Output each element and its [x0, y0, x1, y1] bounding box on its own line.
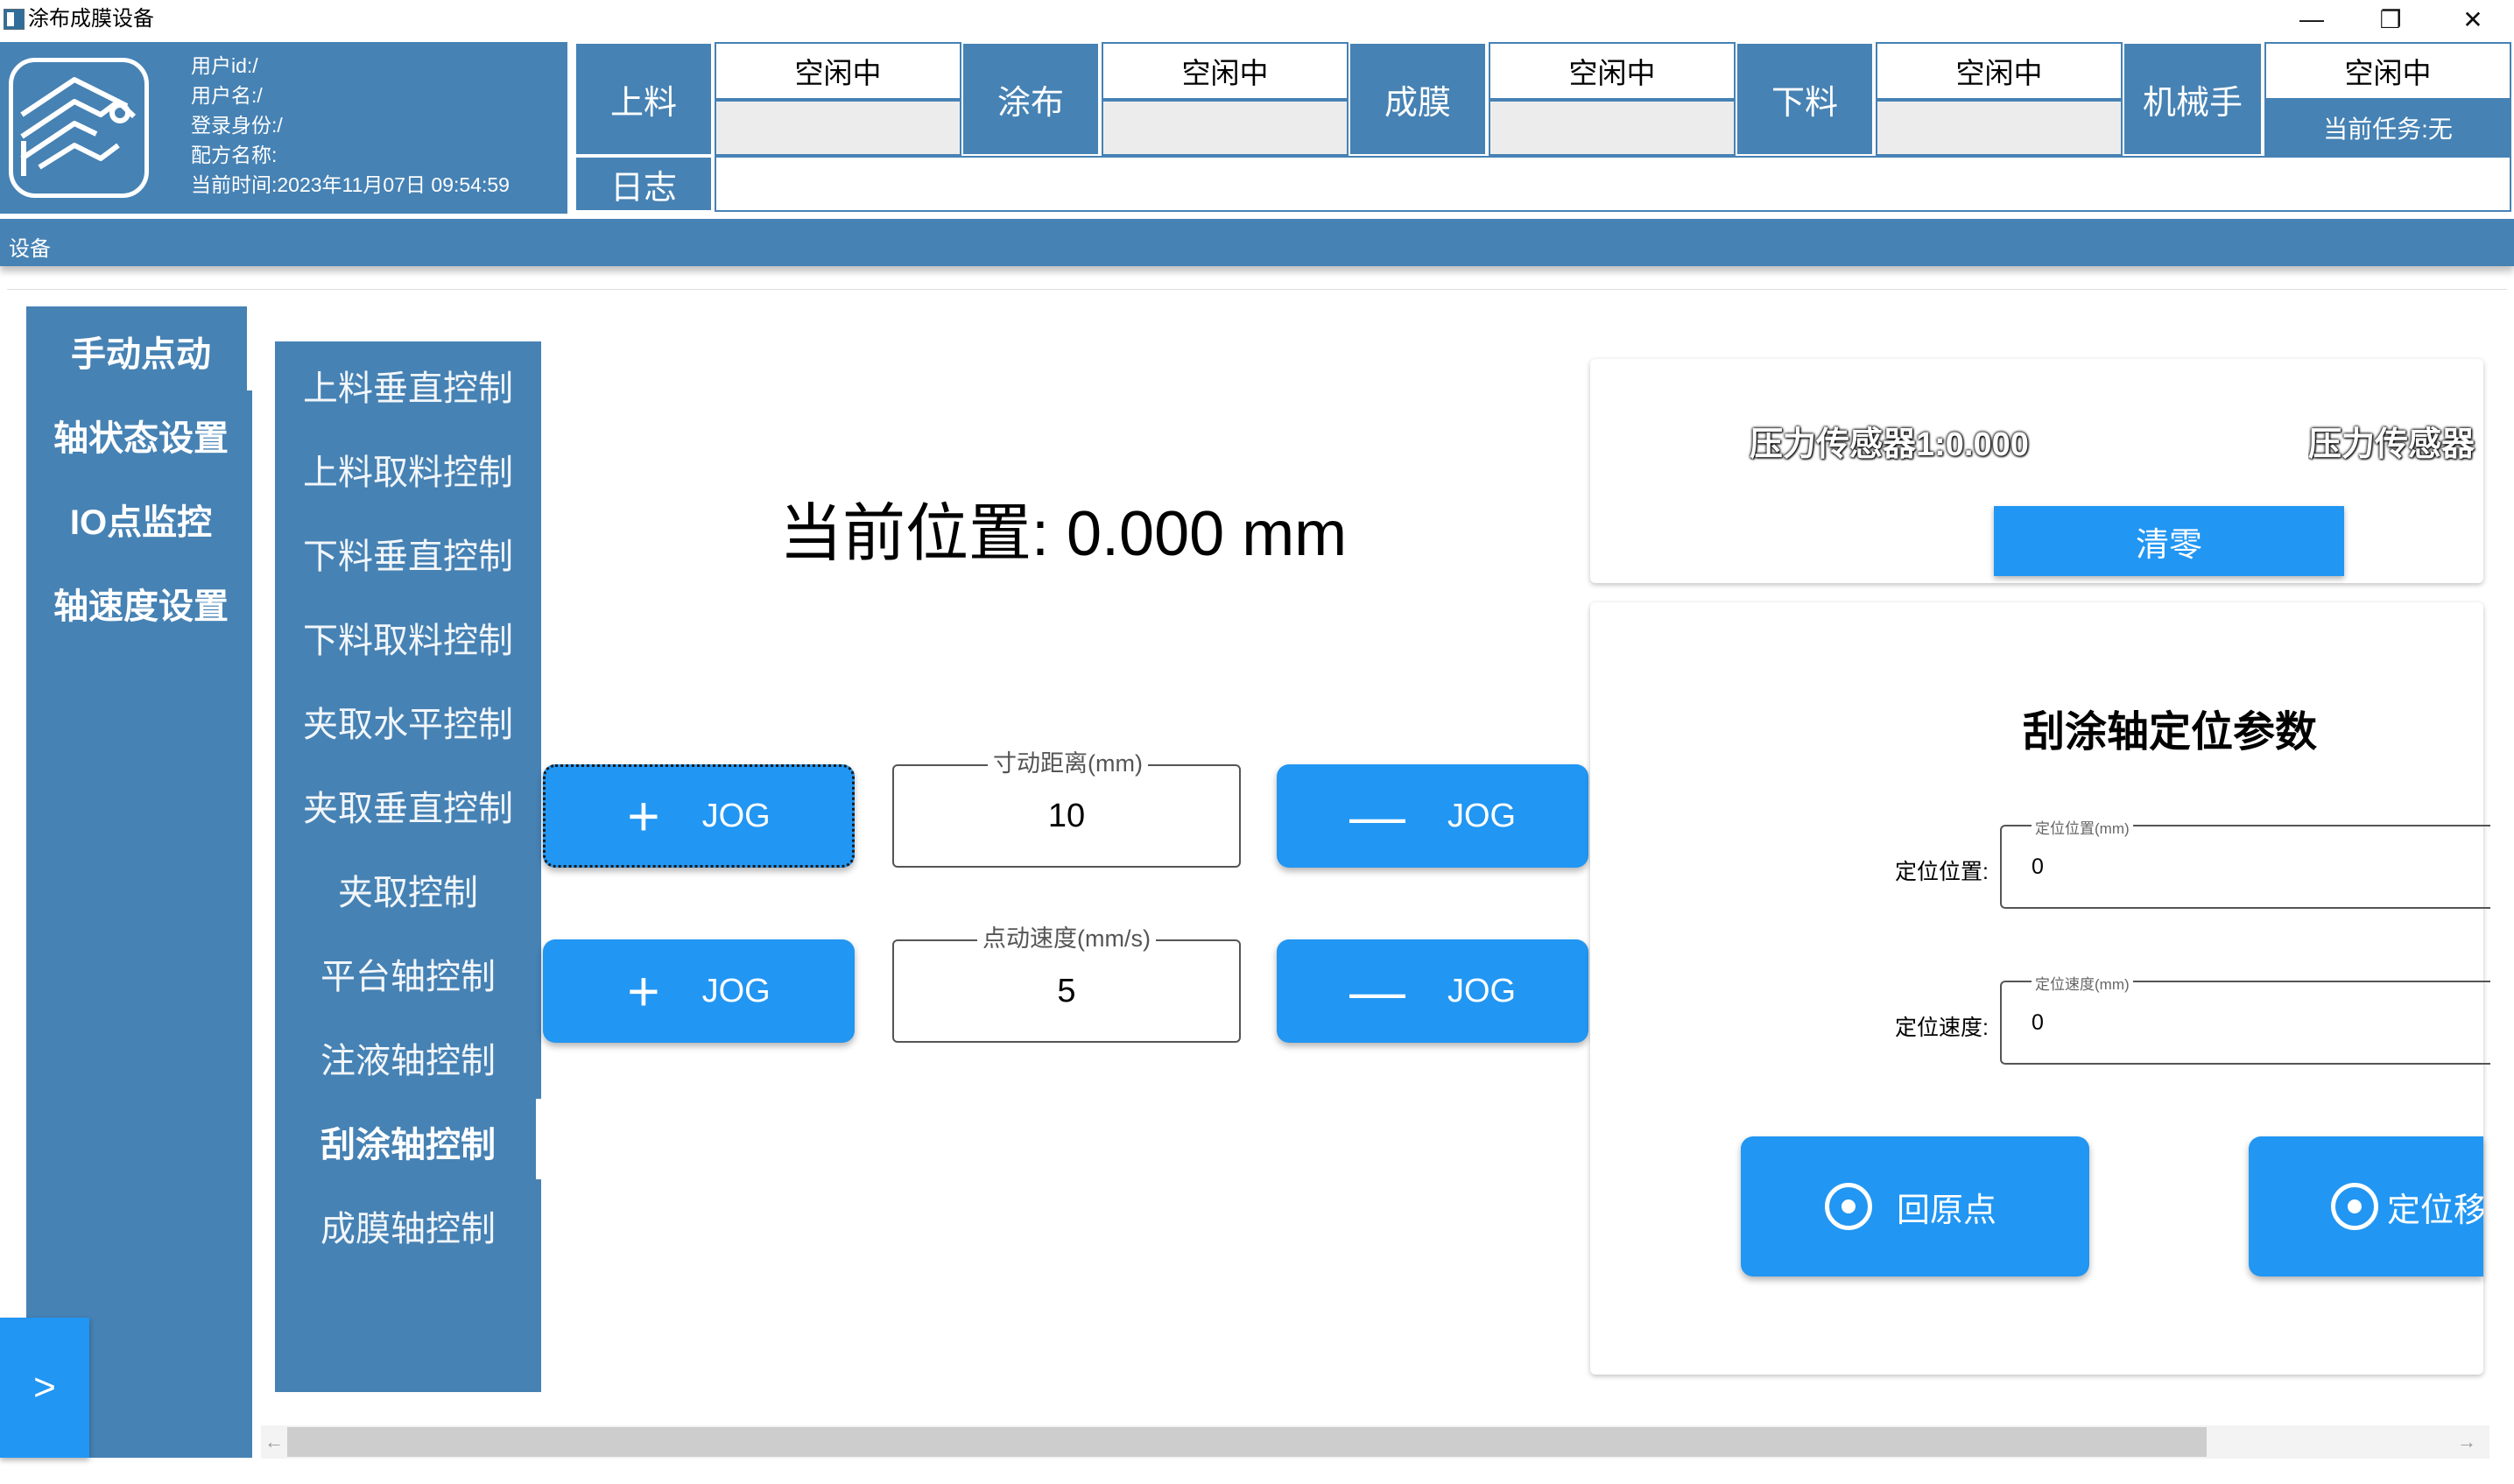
left-nav-io-monitor[interactable]: IO点监控: [26, 480, 256, 559]
scroll-right-arrow-icon[interactable]: →: [2454, 1427, 2480, 1457]
jog-plus-button-2[interactable]: + JOG: [543, 939, 855, 1043]
login-role: 登录身份:/: [191, 114, 283, 137]
sub-nav-item-gripper[interactable]: 夹取控制: [275, 847, 541, 932]
log-label: 日志: [574, 156, 713, 212]
window-title: 涂布成膜设备: [28, 7, 154, 31]
sub-nav-item-unloading-vertical[interactable]: 下料垂直控制: [275, 511, 541, 595]
param-panel-title: 刮涂轴定位参数: [2023, 709, 2318, 756]
logo-icon: [20, 77, 137, 176]
step-distance-field[interactable]: 10: [892, 764, 1241, 868]
station-loading-status: 空闲中: [715, 42, 961, 100]
station-coating-detail: [1102, 100, 1349, 156]
station-coating-status: 空闲中: [1102, 42, 1349, 100]
station-film-status: 空闲中: [1489, 42, 1736, 100]
logo: [9, 58, 149, 198]
restore-button[interactable]: ❐: [2347, 0, 2434, 39]
app-icon: [4, 9, 25, 30]
sub-nav-item-loading-vertical[interactable]: 上料垂直控制: [275, 343, 541, 427]
jog-label: JOG: [701, 972, 771, 1009]
jog-minus-button-1[interactable]: — JOG: [1277, 764, 1588, 868]
pressure-sensor-2-readout: 压力传感器: [2308, 426, 2475, 463]
current-time: 当前时间:2023年11月07日 09:54:59: [191, 173, 510, 196]
minus-icon: —: [1349, 960, 1405, 1023]
station-loading-label: 上料: [574, 42, 713, 156]
scroll-left-arrow-icon[interactable]: ←: [261, 1427, 287, 1457]
user-name: 用户名:/: [191, 84, 263, 107]
ribbon-bar: [0, 219, 2514, 266]
home-button-label: 回原点: [1897, 1192, 1997, 1229]
scrollbar-thumb[interactable]: [287, 1427, 2207, 1457]
move-to-position-button[interactable]: 定位移: [2249, 1136, 2483, 1277]
target-icon: [2331, 1183, 2378, 1230]
sub-nav-item-film-axis[interactable]: 成膜轴控制: [275, 1184, 541, 1268]
minus-icon: —: [1349, 784, 1405, 847]
station-film-detail: [1489, 100, 1736, 156]
speed-input-legend: 定位速度(mm): [2032, 972, 2133, 994]
recipe-name: 配方名称:: [191, 144, 278, 166]
jog-speed-legend: 点动速度(mm/s): [977, 919, 1156, 953]
station-robot-task: 当前任务:无: [2264, 100, 2511, 156]
move-button-label: 定位移: [2387, 1192, 2483, 1229]
pressure-sensor-1-readout: 压力传感器1:0.000: [1750, 426, 2029, 463]
left-nav-axis-status[interactable]: 轴状态设置: [26, 396, 256, 475]
plus-icon: +: [627, 960, 660, 1023]
jog-label: JOG: [1447, 972, 1517, 1009]
target-icon: [1825, 1183, 1872, 1230]
station-loading-detail: [715, 100, 961, 156]
sub-nav-item-gripper-vertical[interactable]: 夹取垂直控制: [275, 763, 541, 847]
home-button[interactable]: 回原点: [1741, 1136, 2089, 1277]
sub-nav-item-unloading-pick[interactable]: 下料取料控制: [275, 595, 541, 679]
left-nav-axis-speed[interactable]: 轴速度设置: [26, 564, 256, 643]
jog-label: JOG: [701, 797, 771, 834]
clear-button[interactable]: 清零: [1994, 506, 2344, 576]
sub-nav-active-indicator: [536, 1099, 541, 1179]
station-unloading-status: 空闲中: [1876, 42, 2123, 100]
step-distance-legend: 寸动距离(mm): [988, 744, 1148, 778]
left-nav-active-indicator: [247, 306, 254, 390]
jog-speed-field[interactable]: 5: [892, 939, 1241, 1043]
log-box: [715, 156, 2511, 212]
title-bar: [0, 0, 2514, 39]
close-button[interactable]: ✕: [2429, 0, 2514, 39]
sub-nav-item-platform-axis[interactable]: 平台轴控制: [275, 932, 541, 1016]
station-unloading-detail: [1876, 100, 2123, 156]
current-position-readout: 当前位置: 0.000 mm: [779, 499, 1348, 569]
station-coating-label: 涂布: [961, 42, 1100, 156]
jog-plus-button-1[interactable]: + JOG: [543, 764, 855, 868]
station-robot-status: 空闲中: [2264, 42, 2511, 100]
left-nav-manual-jog[interactable]: 手动点动: [26, 312, 256, 390]
station-unloading-label: 下料: [1736, 42, 1874, 156]
jog-minus-button-2[interactable]: — JOG: [1277, 939, 1588, 1043]
speed-label: 定位速度:: [1895, 1016, 1989, 1040]
sub-nav-item-injection-axis[interactable]: 注液轴控制: [275, 1016, 541, 1100]
ribbon-label: 设备: [9, 237, 51, 261]
sub-nav-item-loading-pick[interactable]: 上料取料控制: [275, 427, 541, 511]
position-input-legend: 定位位置(mm): [2032, 816, 2133, 838]
user-id: 用户id:/: [191, 54, 258, 77]
jog-label: JOG: [1447, 797, 1517, 834]
station-film-label: 成膜: [1349, 42, 1487, 156]
plus-icon: +: [627, 784, 660, 847]
station-robot-label: 机械手: [2123, 42, 2263, 156]
position-label: 定位位置:: [1895, 860, 1989, 884]
sub-nav-item-gripper-horizontal[interactable]: 夹取水平控制: [275, 679, 541, 763]
expand-sidebar-button[interactable]: >: [0, 1318, 89, 1458]
sub-nav-item-scraper-axis[interactable]: 刮涂轴控制: [275, 1100, 541, 1184]
minimize-button[interactable]: —: [2268, 0, 2356, 39]
